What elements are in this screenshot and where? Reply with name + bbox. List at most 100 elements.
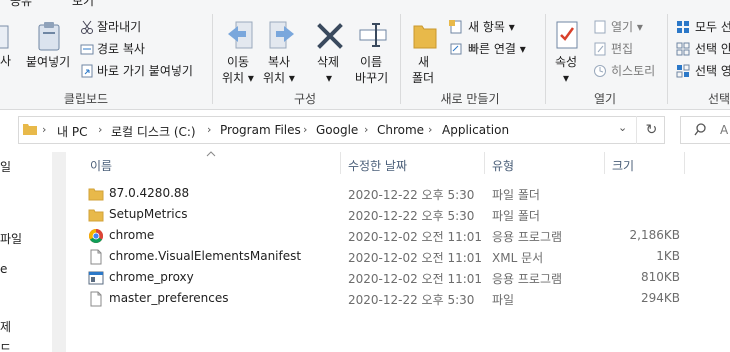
new-folder-icon[interactable]: [412, 20, 438, 52]
breadcrumb-local-disk[interactable]: 로컬 디스크 (C:): [111, 123, 196, 140]
history-button[interactable]: 히스토리: [611, 64, 655, 78]
copy-to-label-2[interactable]: 위치 ▾: [263, 71, 295, 85]
file-name: SetupMetrics: [109, 207, 188, 221]
file-date: 2020-12-02 오전 11:01: [348, 272, 483, 286]
column-header-date[interactable]: 수정한 날짜: [348, 157, 407, 174]
rename-label-2[interactable]: 바꾸기: [355, 71, 388, 85]
chevron-right-icon: ›: [428, 123, 433, 136]
folder-icon: [88, 209, 104, 222]
rename-icon[interactable]: [358, 20, 388, 52]
file-name: chrome.VisualElementsManifest: [109, 249, 302, 263]
nav-item[interactable]: 일: [0, 158, 11, 175]
chevron-right-icon: ›: [207, 123, 212, 136]
ribbon-separator: [667, 14, 668, 104]
file-row[interactable]: chrome 2020-12-02 오전 11:01 응용 프로그램 2,186…: [84, 225, 684, 246]
breadcrumb-application[interactable]: Application: [442, 123, 509, 137]
copy-to-icon[interactable]: [266, 20, 296, 52]
move-to-label-2[interactable]: 위치 ▾: [222, 71, 254, 85]
breadcrumb-google[interactable]: Google: [316, 123, 358, 137]
nav-item[interactable]: 드: [0, 340, 11, 352]
file-size: 294KB: [640, 291, 680, 305]
file-date: 2020-12-22 오후 5:30: [348, 188, 475, 202]
paste-button[interactable]: 붙여넣기: [26, 55, 70, 69]
column-separator[interactable]: [340, 152, 341, 174]
delete-icon[interactable]: [316, 22, 344, 50]
chevron-right-icon: ›: [364, 123, 369, 136]
file-type: 파일 폴더: [492, 188, 540, 202]
easy-access-button[interactable]: 빠른 연결 ▾: [468, 42, 526, 56]
rename-label-1[interactable]: 이름: [360, 55, 382, 69]
ribbon-separator: [545, 14, 546, 104]
document-icon: [90, 291, 102, 307]
move-to-icon[interactable]: [226, 20, 256, 52]
breadcrumb-program-files[interactable]: Program Files: [220, 123, 301, 137]
copy-path-icon: [80, 44, 94, 55]
paste-shortcut-icon: [81, 64, 93, 78]
chevron-right-icon: ›: [42, 123, 47, 136]
file-name: chrome: [109, 228, 155, 242]
file-date: 2020-12-22 오후 5:30: [348, 293, 475, 307]
properties-label[interactable]: 속성: [555, 55, 577, 69]
file-row[interactable]: chrome_proxy 2020-12-02 오전 11:01 응용 프로그램…: [84, 267, 684, 288]
chevron-down-icon[interactable]: ⌄: [618, 121, 627, 134]
delete-label[interactable]: 삭제: [317, 55, 339, 69]
nav-scrollbar[interactable]: [52, 152, 66, 352]
nav-item[interactable]: 제: [0, 318, 11, 335]
select-none-button[interactable]: 선택 안: [695, 42, 730, 56]
edit-button[interactable]: 편집: [611, 42, 633, 56]
chrome-icon: [89, 229, 103, 243]
paste-icon[interactable]: [36, 20, 64, 52]
breadcrumb-this-pc[interactable]: 내 PC: [57, 123, 87, 140]
refresh-icon: ↻: [645, 122, 658, 138]
column-header-size[interactable]: 크기: [612, 157, 634, 174]
open-group-label: 열기: [593, 92, 617, 106]
new-item-button[interactable]: 새 항목 ▾: [468, 20, 515, 34]
column-header-type[interactable]: 유형: [492, 157, 514, 174]
scissors-icon: [81, 20, 93, 34]
copy-to-label-1[interactable]: 복사: [268, 55, 290, 69]
refresh-button[interactable]: ↻: [636, 116, 666, 144]
file-type: 파일 폴더: [492, 209, 540, 223]
file-row[interactable]: 87.0.4280.88 2020-12-22 오후 5:30 파일 폴더: [84, 183, 684, 204]
search-placeholder: A: [720, 123, 729, 137]
app-window-icon: [88, 271, 104, 285]
file-row[interactable]: SetupMetrics 2020-12-22 오후 5:30 파일 폴더: [84, 204, 684, 225]
select-all-button[interactable]: 모두 선: [695, 20, 730, 34]
document-icon: [90, 249, 102, 265]
tab-share[interactable]: 공유: [10, 0, 32, 8]
file-row[interactable]: chrome.VisualElementsManifest 2020-12-02…: [84, 246, 684, 267]
search-icon: [694, 123, 706, 136]
copy-path-button[interactable]: 경로 복사: [97, 42, 145, 56]
history-icon: [594, 65, 606, 77]
new-group-label: 새로 만들기: [440, 92, 500, 106]
delete-arrow[interactable]: ▾: [326, 71, 332, 85]
new-folder-label-1[interactable]: 새: [418, 55, 429, 69]
select-none-icon: [676, 42, 690, 56]
invert-selection-icon: [676, 64, 690, 78]
file-name: 87.0.4280.88: [109, 186, 190, 200]
cut-large-label[interactable]: 사: [0, 54, 11, 68]
column-separator[interactable]: [484, 152, 485, 174]
properties-icon[interactable]: [554, 20, 580, 52]
file-name: master_preferences: [109, 291, 229, 305]
column-separator[interactable]: [604, 152, 605, 174]
file-size: 1KB: [656, 249, 680, 263]
cut-button[interactable]: 잘라내기: [97, 20, 141, 34]
file-row[interactable]: master_preferences 2020-12-22 오후 5:30 파일…: [84, 288, 684, 309]
nav-item[interactable]: 파일: [0, 230, 22, 247]
column-separator[interactable]: [684, 152, 685, 174]
file-type: 응용 프로그램: [492, 272, 563, 286]
paste-shortcut-button[interactable]: 바로 가기 붙여넣기: [97, 64, 193, 78]
breadcrumb-chrome[interactable]: Chrome: [377, 123, 424, 137]
new-folder-label-2[interactable]: 폴더: [412, 71, 434, 85]
tab-view[interactable]: 보기: [72, 0, 94, 8]
open-button[interactable]: 열기 ▾: [611, 20, 643, 34]
properties-arrow[interactable]: ▾: [563, 71, 569, 85]
invert-selection-button[interactable]: 선택 영: [695, 64, 730, 78]
clipboard-group-label: 클립보드: [63, 92, 109, 106]
move-to-label-1[interactable]: 이동: [227, 55, 249, 69]
nav-item[interactable]: e: [0, 262, 7, 276]
select-group-label: 선택: [708, 92, 730, 106]
ribbon-separator: [400, 14, 401, 104]
column-header-name[interactable]: 이름: [90, 157, 112, 174]
